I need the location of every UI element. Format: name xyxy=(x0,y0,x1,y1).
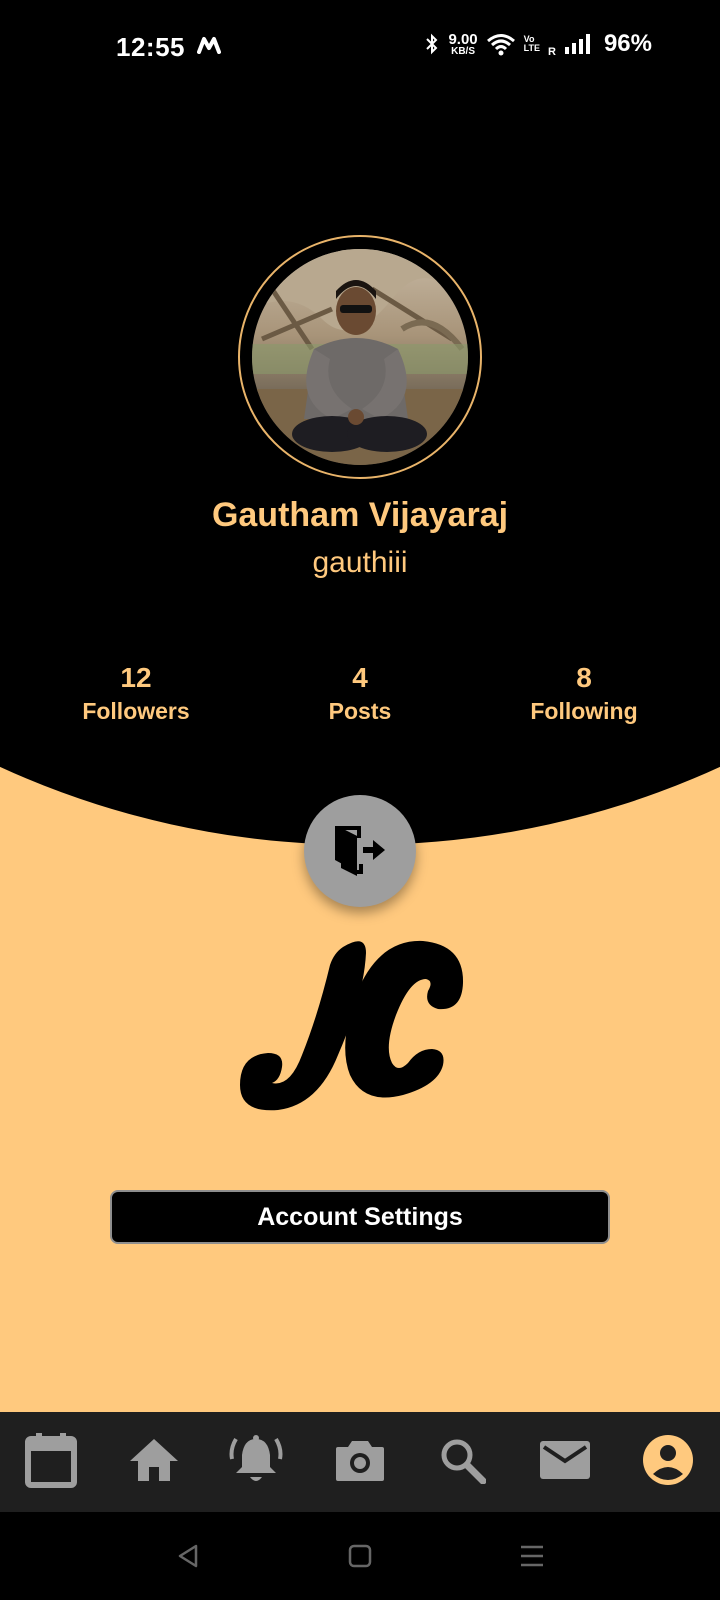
volte-indicator: Vo LTE xyxy=(523,34,540,53)
bluetooth-icon xyxy=(426,33,438,55)
system-recents-button[interactable] xyxy=(514,1538,550,1574)
status-indicators: 9.00 KB/S Vo LTE R 96% xyxy=(424,30,652,58)
nav-profile[interactable] xyxy=(640,1432,696,1488)
search-icon xyxy=(441,1439,486,1484)
avatar-photo xyxy=(252,249,468,465)
avatar[interactable] xyxy=(252,249,468,465)
mail-icon xyxy=(540,1441,590,1479)
stat-value: 4 xyxy=(352,662,368,693)
back-icon xyxy=(178,1544,198,1568)
stat-posts[interactable]: 4 Posts xyxy=(260,662,460,725)
system-navigation-bar xyxy=(0,1512,720,1600)
status-time: 12:55 xyxy=(116,32,185,62)
home-square-icon xyxy=(348,1544,372,1568)
stat-following[interactable]: 8 Following xyxy=(484,662,684,725)
account-settings-button[interactable]: Account Settings xyxy=(110,1190,610,1244)
bell-icon xyxy=(229,1435,283,1481)
nav-calendar[interactable] xyxy=(23,1432,79,1488)
stat-value: 8 xyxy=(576,662,592,693)
home-icon xyxy=(130,1439,178,1481)
nav-notifications[interactable] xyxy=(228,1432,284,1488)
roaming-indicator: R xyxy=(548,46,556,58)
logout-icon xyxy=(335,826,385,876)
stat-label: Posts xyxy=(328,698,392,724)
nav-search[interactable] xyxy=(434,1432,490,1488)
nav-camera[interactable] xyxy=(332,1432,388,1488)
stat-label: Following xyxy=(530,698,638,724)
avatar-ring xyxy=(238,235,482,479)
app-notification-icon xyxy=(197,37,221,54)
system-back-button[interactable] xyxy=(170,1538,206,1574)
account-circle-icon xyxy=(643,1435,693,1485)
wifi-icon xyxy=(486,34,515,56)
stat-followers[interactable]: 12 Followers xyxy=(36,662,236,725)
logout-button[interactable] xyxy=(304,795,416,907)
system-home-button[interactable] xyxy=(342,1538,378,1574)
stat-value: 12 xyxy=(120,662,152,693)
bottom-nav xyxy=(0,1412,720,1512)
menu-icon xyxy=(521,1545,543,1567)
profile-username: gauthiii xyxy=(312,546,408,579)
profile-stats: 12 Followers 4 Posts 8 Following xyxy=(0,662,720,742)
profile-name: Gautham Vijayaraj xyxy=(211,496,509,534)
camera-icon xyxy=(336,1441,384,1481)
app-logo xyxy=(240,940,464,1111)
nav-home[interactable] xyxy=(126,1432,182,1488)
network-speed: 9.00 KB/S xyxy=(448,30,478,57)
calendar-icon xyxy=(25,1433,77,1488)
nav-messages[interactable] xyxy=(537,1432,593,1488)
battery-level: 96% xyxy=(603,30,652,57)
status-bar: 12:55 9.00 KB/S Vo LTE R 96% xyxy=(0,0,720,95)
stat-label: Followers xyxy=(82,698,190,724)
signal-icon xyxy=(564,34,590,54)
